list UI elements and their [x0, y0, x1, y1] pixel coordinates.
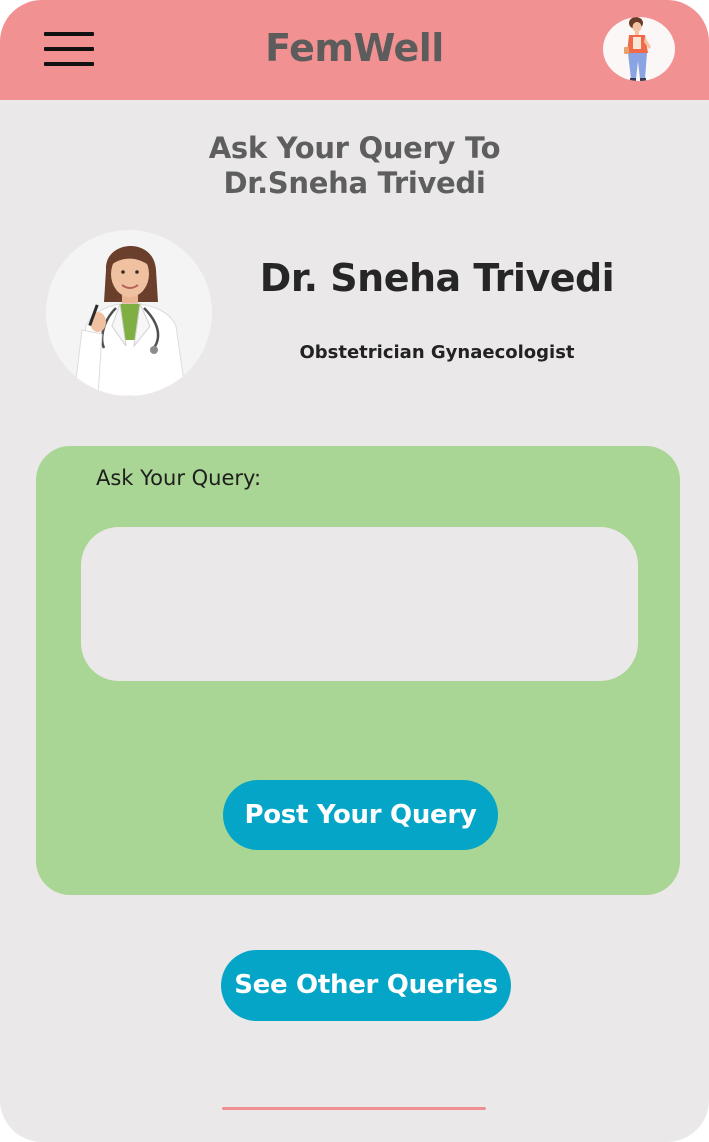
home-indicator — [222, 1107, 486, 1110]
doctor-specialization: Obstetrician Gynaecologist — [299, 342, 575, 363]
doctor-portrait — [46, 230, 212, 396]
top-app-bar: FemWell — [0, 0, 709, 100]
page-heading-line-1: Ask Your Query To — [208, 131, 501, 165]
query-form-card: Ask Your Query: Post Your Query — [36, 446, 680, 895]
post-query-button[interactable]: Post Your Query — [223, 780, 498, 850]
app-screen: FemWell Ask Your Query To Dr.Sneha Trive… — [0, 0, 709, 1142]
page-heading-line-2: Dr.Sneha Trivedi — [223, 166, 486, 200]
query-input[interactable] — [81, 527, 638, 681]
doctor-name: Dr. Sneha Trivedi — [259, 256, 615, 300]
user-avatar-icon[interactable] — [603, 17, 675, 81]
user-avatar-illustration — [624, 17, 651, 81]
doctor-portrait-illustration — [46, 230, 212, 396]
see-other-queries-button[interactable]: See Other Queries — [221, 950, 511, 1021]
query-label: Ask Your Query: — [96, 466, 262, 490]
page-heading: Ask Your Query To Dr.Sneha Trivedi — [0, 131, 709, 201]
